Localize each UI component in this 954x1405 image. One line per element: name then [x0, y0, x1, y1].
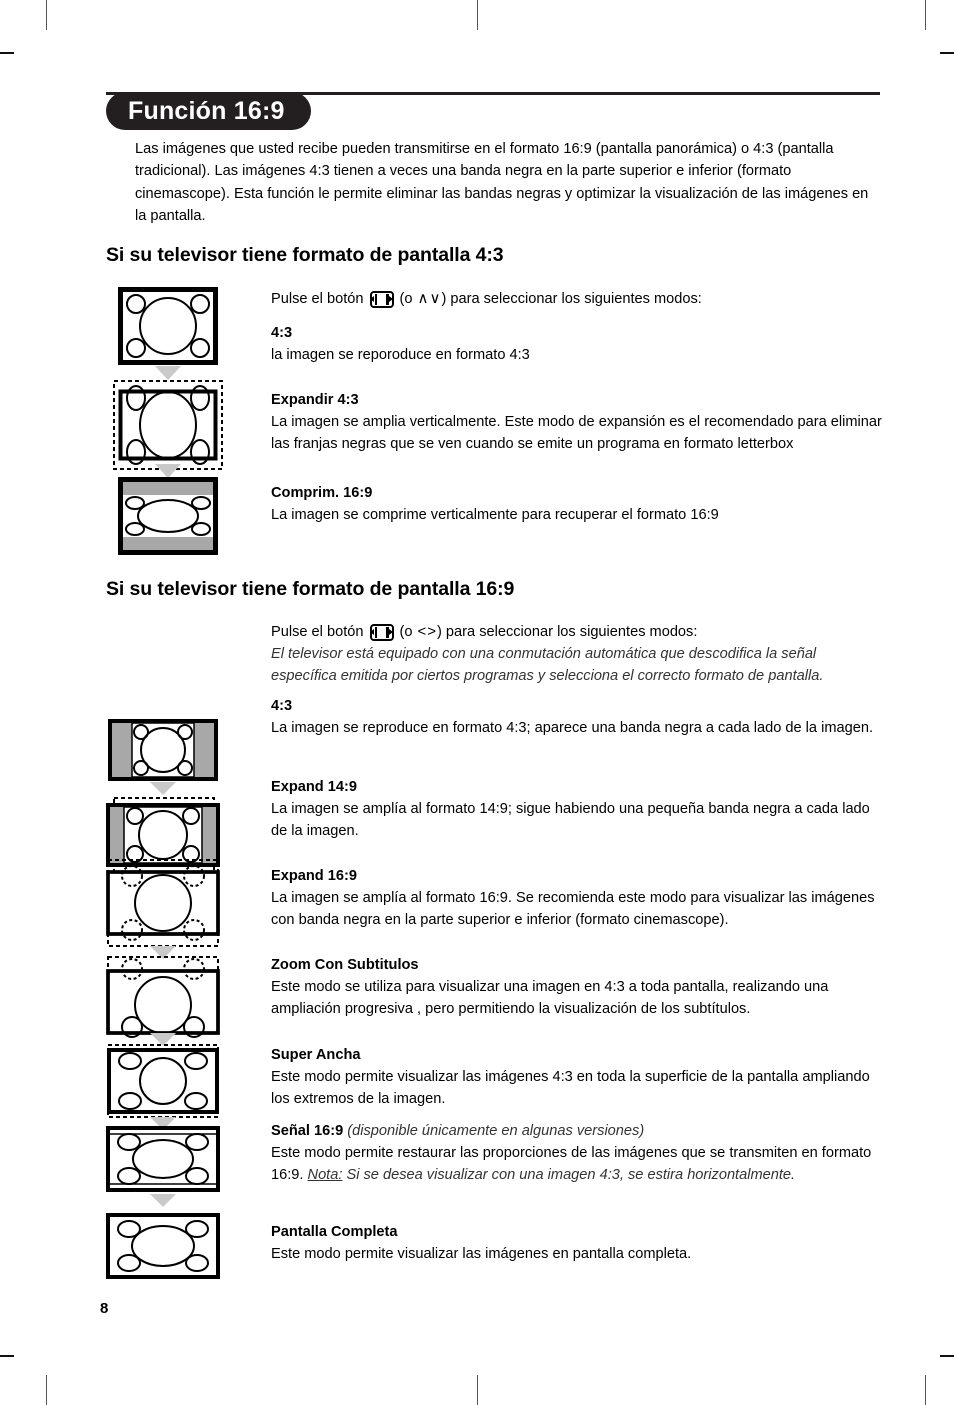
mode-text: La imagen se amplia verticalmente. Este … [271, 414, 882, 453]
format-button-icon [369, 623, 394, 641]
intro-paragraph: Las imágenes que usted recibe pueden tra… [135, 141, 869, 224]
mode-169-zoom-subtitulos: Zoom Con Subtitulos Este modo se utiliza… [271, 954, 883, 1021]
flow-arrow-down-8 [150, 1194, 176, 1212]
note-label: Nota: [307, 1167, 343, 1184]
press-open-paren-169: (o [399, 624, 413, 640]
mode-169-expand-16-9: Expand 16:9 La imagen se amplía al forma… [271, 865, 883, 932]
mode-169-pantalla-completa: Pantalla Completa Este modo permite visu… [271, 1221, 883, 1265]
page-title: Función 16:9 [106, 92, 311, 130]
press-label-43: Pulse el botón [271, 291, 364, 307]
page-number: 8 [100, 1300, 109, 1317]
tv-43-expanded-diagram [112, 379, 224, 471]
mode-label: Super Ancha [271, 1047, 361, 1063]
mode-label: Expand 16:9 [271, 868, 357, 884]
auto-switch-note: El televisor está equipado con una conmu… [271, 646, 824, 685]
section-heading-43: Si su televisor tiene formato de pantall… [106, 244, 504, 266]
press-label-169: Pulse el botón [271, 624, 364, 640]
page-content: Función 16:9 Las imágenes que usted reci… [0, 0, 954, 1405]
mode-169-43: 4:3 La imagen se reproduce en formato 4:… [271, 695, 883, 739]
tv-43-normal-diagram [118, 287, 218, 365]
mode-label: Expandir 4:3 [271, 392, 359, 408]
mode-169-senal-16-9: Señal 16:9 (disponible únicamente en alg… [271, 1120, 883, 1187]
mode-text: Este modo permite visualizar las imágene… [271, 1069, 870, 1108]
mode-label: Señal 16:9 [271, 1123, 344, 1139]
mode-text: Este modo permite visualizar las imágene… [271, 1246, 692, 1263]
mode-text: la imagen se reporoduce en formato 4:3 [271, 347, 530, 364]
section-heading-169: Si su televisor tiene formato de pantall… [106, 578, 515, 600]
mode-label: Comprim. 16:9 [271, 485, 373, 501]
mode-169-super-ancha: Super Ancha Este modo permite visualizar… [271, 1044, 883, 1111]
page-header: Función 16:9 [106, 92, 880, 132]
tv-169-super-wide-diagram [105, 1043, 221, 1119]
mode-label-suffix: (disponible únicamente en algunas versio… [347, 1123, 645, 1139]
mode-label: 4:3 [271, 698, 293, 714]
note-text: Si se desea visualizar con una imagen 4:… [346, 1167, 796, 1184]
mode-text: La imagen se comprime verticalmente para… [271, 507, 719, 524]
format-button-icon [369, 290, 394, 308]
tv-169-expand-16-9-diagram [105, 858, 221, 948]
tv-169-43-sidebars-diagram [108, 719, 218, 781]
tv-169-full-screen-diagram [105, 1213, 221, 1279]
tv-169-signal-diagram [105, 1126, 221, 1192]
mode-label: Pantalla Completa [271, 1224, 398, 1240]
mode-43-expandir: Expandir 4:3 La imagen se amplia vertica… [271, 389, 883, 456]
mode-note: Nota: Si se desea visualizar con una ima… [308, 1167, 796, 1183]
mode-43-normal: 4:3 la imagen se reporoduce en formato 4… [271, 322, 883, 366]
mode-label: Expand 14:9 [271, 779, 357, 795]
up-down-arrows-icon: ∧∨ [417, 290, 442, 307]
press-instruction-169: Pulse el botón (o <> ) para seleccionar … [271, 621, 883, 643]
press-suffix-43: ) para seleccionar los siguientes modos: [441, 291, 702, 307]
tv-43-compressed-diagram [118, 477, 218, 555]
mode-text: La imagen se reproduce en formato 4:3; a… [271, 720, 874, 737]
press-instruction-43: Pulse el botón (o ∧∨ ) para seleccionar … [271, 288, 883, 310]
left-right-arrows-icon: <> [417, 623, 438, 640]
tv-169-zoom-subtitles-diagram [105, 955, 221, 1039]
press-suffix-169: ) para seleccionar los siguientes modos: [437, 624, 698, 640]
mode-text: La imagen se amplía al formato 14:9; sig… [271, 801, 870, 840]
mode-label: 4:3 [271, 325, 293, 341]
mode-43-comprim: Comprim. 16:9 La imagen se comprime vert… [271, 482, 883, 526]
mode-text: Este modo se utiliza para visualizar una… [271, 979, 829, 1018]
press-open-paren-43: (o [399, 291, 413, 307]
mode-169-expand-14-9: Expand 14:9 La imagen se amplía al forma… [271, 776, 883, 843]
mode-label-row: Señal 16:9 (disponible únicamente en alg… [271, 1123, 644, 1139]
mode-label: Zoom Con Subtitulos [271, 957, 419, 973]
mode-text: La imagen se amplía al formato 16:9. Se … [271, 890, 875, 929]
